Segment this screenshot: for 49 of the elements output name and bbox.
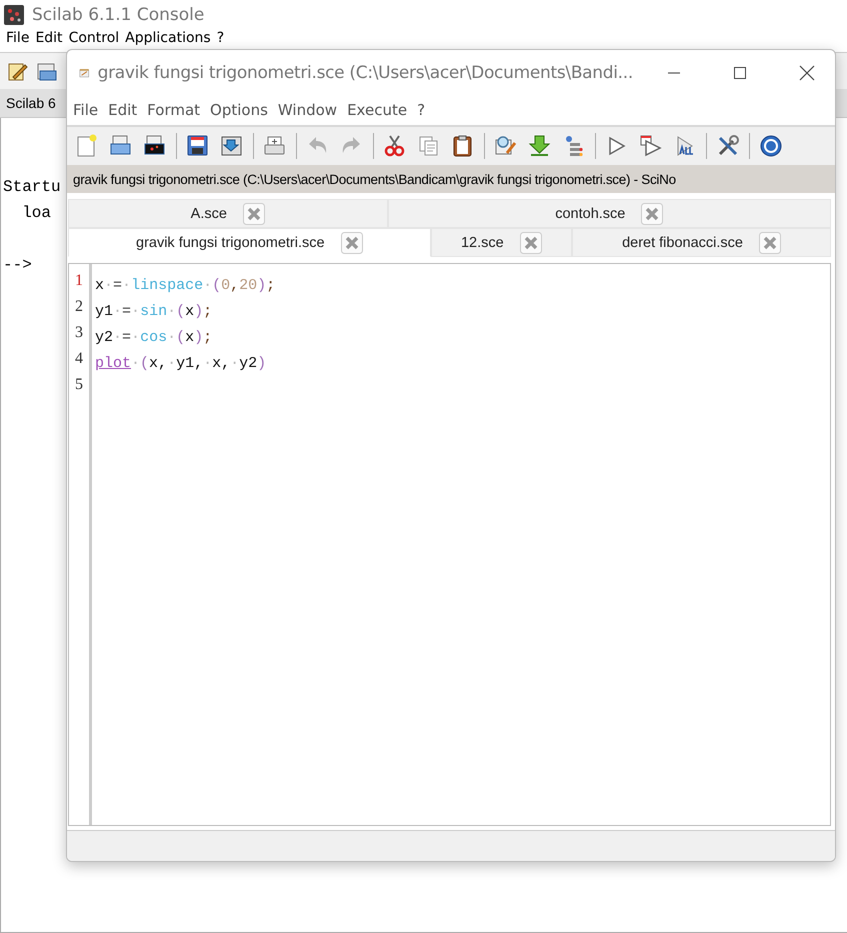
- line-number: 3: [74, 324, 84, 343]
- close-icon[interactable]: [799, 64, 815, 80]
- tab-label: contoh.sce: [555, 206, 626, 222]
- window-title: gravik fungsi trigonometri.sce (C:\Users\acer\Documents\Bandi...: [98, 62, 633, 82]
- code-line: x·=·linspace·(0,20);: [95, 276, 276, 294]
- line-number: 2: [74, 298, 84, 317]
- line-number: 5: [74, 376, 84, 395]
- menu-item[interactable]: Window: [278, 101, 338, 119]
- console-text: loa: [21, 204, 52, 222]
- tab-label: gravik fungsi trigonometri.sce: [136, 234, 325, 250]
- file-tab[interactable]: contoh.sce: [388, 199, 831, 228]
- tab-label: A.sce: [190, 206, 227, 222]
- tab-label: deret fibonacci.sce: [622, 234, 743, 250]
- menu-item[interactable]: Edit: [35, 30, 63, 47]
- console-text: Startu: [3, 178, 61, 196]
- play-file-icon[interactable]: [639, 134, 663, 158]
- code-editor[interactable]: 1 2 3 4 5 x·=·linspace·(0,20); y1·=·sin·(x); y2·=·cos·(x); plot·(x,·y1,·x,·y2): [68, 263, 831, 826]
- console-tab[interactable]: Scilab 6: [6, 95, 56, 111]
- code-line: y2·=·cos·(x);: [95, 328, 212, 346]
- line-number: 4: [74, 350, 84, 369]
- menu-item[interactable]: Format: [147, 101, 200, 119]
- menu-item[interactable]: ?: [216, 30, 224, 47]
- download-icon[interactable]: [528, 134, 552, 158]
- menu-item[interactable]: Edit: [108, 101, 138, 119]
- file-tab[interactable]: A.sce: [68, 199, 388, 228]
- menu-item[interactable]: ?: [417, 101, 426, 119]
- app-logo-icon: [4, 5, 24, 25]
- menu-item[interactable]: File: [6, 30, 30, 47]
- file-tab[interactable]: gravik fungsi trigonometri.sce: [68, 228, 431, 257]
- line-number: 1: [74, 272, 84, 291]
- maximize-icon[interactable]: [733, 66, 747, 80]
- window-title: Scilab 6.1.1 Console: [32, 5, 204, 25]
- save-icon[interactable]: [186, 134, 210, 158]
- menu-item[interactable]: File: [73, 101, 98, 119]
- code-line: plot·(x,·y1,·x,·y2): [95, 354, 266, 372]
- file-tab[interactable]: deret fibonacci.sce: [572, 228, 832, 257]
- console-prompt: -->: [3, 256, 32, 274]
- menu-item[interactable]: Execute: [347, 101, 408, 119]
- tab-label: 12.sce: [460, 234, 504, 250]
- file-tab[interactable]: 12.sce: [430, 228, 572, 257]
- save-as-icon[interactable]: [220, 134, 244, 158]
- file-path: gravik fungsi trigonometri.sce (C:\Users\acer\Documents\Bandicam\gravik fungsi trigonometri.sce) - SciNo: [73, 172, 676, 186]
- code-line: y1·=·sin·(x);: [95, 302, 212, 320]
- menu-item[interactable]: Options: [210, 101, 268, 119]
- cut-icon[interactable]: [383, 134, 407, 158]
- new-file-icon[interactable]: [75, 134, 99, 158]
- tools-icon[interactable]: [716, 134, 740, 158]
- menu-item[interactable]: Applications: [125, 30, 211, 47]
- menu-item[interactable]: Control: [68, 30, 120, 47]
